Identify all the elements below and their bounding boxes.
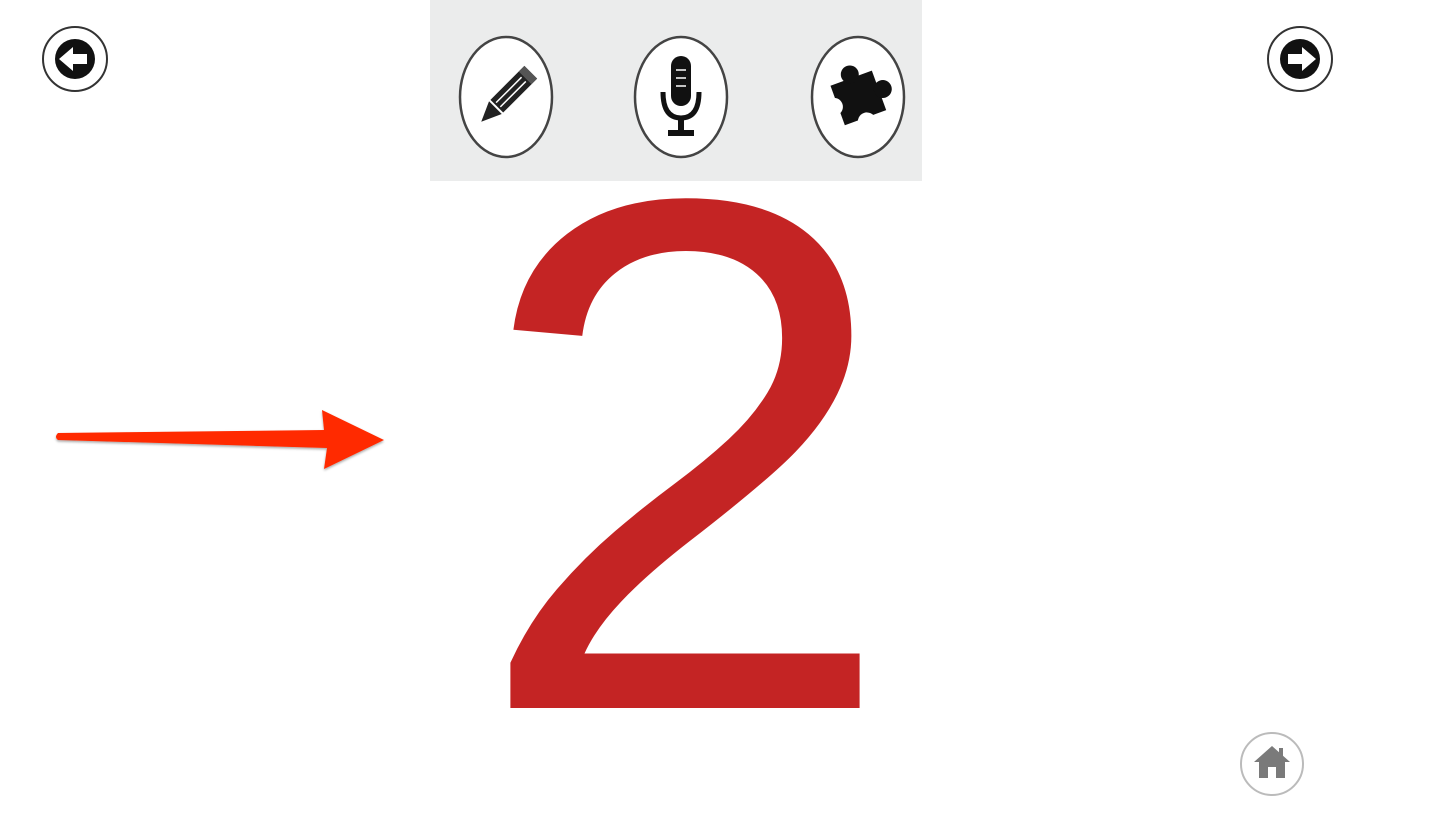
- pointer-arrow: [52, 400, 392, 480]
- number-glyph: 2: [471, 47, 899, 822]
- previous-button[interactable]: [41, 25, 109, 93]
- pencil-icon: [458, 35, 554, 159]
- puzzle-button[interactable]: [809, 34, 907, 160]
- next-button[interactable]: [1266, 25, 1334, 93]
- app-screen: 2: [0, 0, 1436, 822]
- pointer-arrow-icon: [56, 410, 384, 469]
- record-button[interactable]: [632, 34, 730, 160]
- arrow-right-icon: [1267, 26, 1333, 92]
- home-icon: [1240, 732, 1304, 796]
- trace-button[interactable]: [457, 34, 555, 160]
- arrow-left-icon: [42, 26, 108, 92]
- home-button[interactable]: [1238, 730, 1306, 798]
- microphone-icon: [633, 35, 729, 159]
- puzzle-icon: [810, 35, 906, 159]
- activity-toolbar: [430, 0, 922, 181]
